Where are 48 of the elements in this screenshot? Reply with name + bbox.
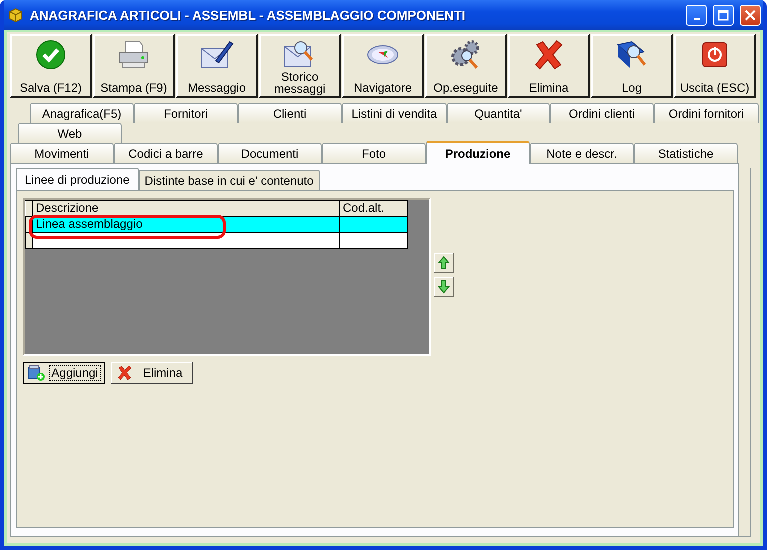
toolbar-button[interactable]: Elimina [508,34,590,98]
move-up-button[interactable] [434,253,454,273]
tab[interactable]: Produzione [426,141,530,164]
envelope-pen-icon [200,39,234,71]
tab[interactable]: Fornitori [134,103,238,123]
toolbar-button[interactable]: Uscita (ESC) [674,34,756,98]
tab[interactable]: Ordini clienti [550,103,654,123]
delete-icon [116,365,134,381]
minimize-button[interactable] [686,4,707,26]
toolbar-button[interactable]: Navigatore [342,34,424,98]
action-button[interactable]: Aggiungi [23,362,105,384]
minimize-icon [694,18,700,20]
column-header[interactable]: Descrizione [32,200,340,216]
tab[interactable]: Codici a barre [114,143,218,163]
close-button[interactable] [740,4,761,26]
toolbar-button[interactable]: Salva (F12) [10,34,92,98]
cube-icon [8,7,24,23]
tab[interactable]: Anagrafica(F5) [30,103,134,123]
maximize-icon [718,10,729,20]
delete-icon [533,39,565,71]
column-header[interactable]: Cod.alt. [340,200,408,216]
tab[interactable]: Distinte base in cui e' contenuto [138,170,320,190]
tab[interactable]: Foto [322,143,426,163]
tab[interactable]: Web [18,123,122,143]
book-magnifier-icon [615,39,649,71]
power-icon [700,40,730,70]
tab[interactable]: Movimenti [10,143,114,163]
tab[interactable]: Clienti [238,103,342,123]
tab[interactable]: Listini di vendita [342,103,447,123]
close-icon [745,10,756,20]
check-icon [35,39,67,71]
toolbar-button[interactable]: Log [591,34,673,98]
add-icon [28,365,46,381]
tab[interactable]: Statistiche [634,143,738,163]
window-title: ANAGRAFICA ARTICOLI - ASSEMBL - ASSEMBLAGGIO COMPONENTI [30,8,466,22]
printer-icon [117,39,151,71]
tab[interactable]: Documenti [218,143,322,163]
toolbar-button[interactable]: Storico messaggi [259,34,341,98]
maximize-button[interactable] [713,4,734,26]
tab[interactable]: Linee di produzione [16,168,139,190]
tab[interactable]: Ordini fornitori [654,103,759,123]
toolbar-button[interactable]: Stampa (F9) [93,34,175,98]
toolbar-button[interactable]: Messaggio [176,34,258,98]
move-down-button[interactable] [434,277,454,297]
tab[interactable]: Note e descr. [530,143,634,163]
toolbar-button[interactable]: Op.eseguite [425,34,507,98]
action-button[interactable]: Elimina [111,362,193,384]
tab[interactable]: Quantita' [447,103,550,123]
